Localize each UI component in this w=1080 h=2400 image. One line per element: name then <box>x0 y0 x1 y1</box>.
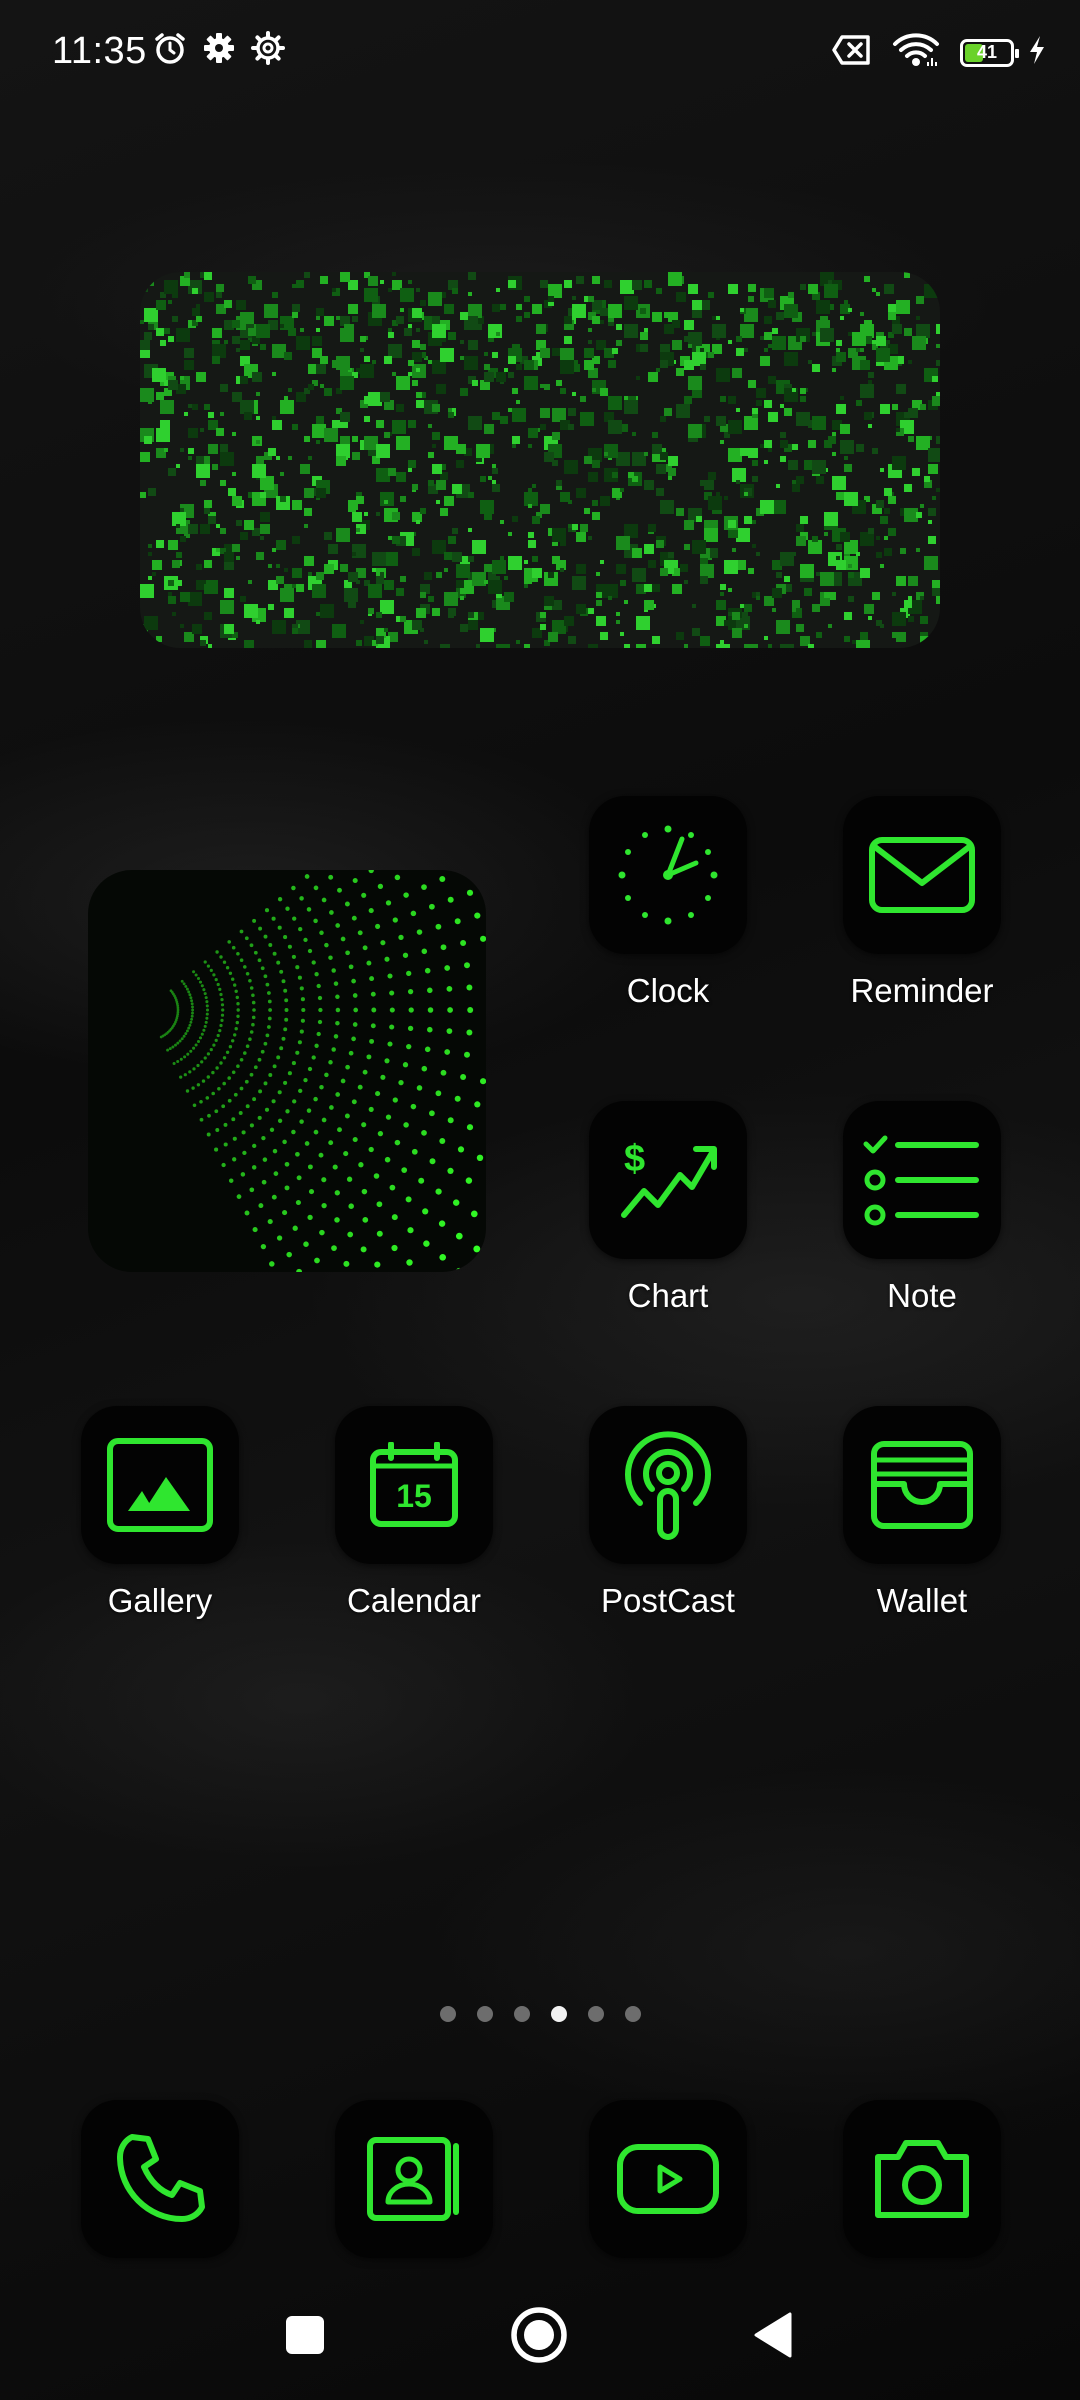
page-dot[interactable] <box>624 2006 641 2022</box>
dock-contacts[interactable] <box>304 2100 524 2258</box>
ray-pattern <box>159 870 486 1272</box>
app-wallet[interactable]: Wallet <box>812 1406 1032 1620</box>
app-label: Note <box>887 1277 957 1314</box>
dock-camera[interactable] <box>812 2100 1032 2258</box>
home-circle-icon[interactable] <box>510 2306 568 2369</box>
gear-icon <box>202 31 236 70</box>
dock-phone[interactable] <box>50 2100 270 2258</box>
battery-level: 41 <box>976 42 998 62</box>
alarm-icon <box>152 30 188 71</box>
cog-outline-icon <box>250 30 286 71</box>
clock-icon[interactable] <box>589 796 747 954</box>
podcast-icon[interactable] <box>589 1406 747 1564</box>
app-label: Gallery <box>107 1582 213 1619</box>
page-dot[interactable] <box>439 2006 456 2022</box>
page-dot[interactable] <box>513 2006 530 2022</box>
app-label: PostCast <box>601 1582 735 1619</box>
app-label: Chart <box>627 1277 709 1314</box>
app-reminder[interactable]: Reminder <box>812 796 1032 1010</box>
wifi-icon <box>892 32 940 73</box>
image-icon[interactable] <box>81 1406 239 1564</box>
calendar-icon[interactable]: 15 <box>335 1406 493 1564</box>
app-note[interactable]: Note <box>812 1101 1032 1315</box>
pixel-art-widget[interactable] <box>140 272 940 648</box>
status-icons-right: 41 <box>832 32 1046 73</box>
app-label: Calendar <box>347 1582 481 1619</box>
dock-video[interactable] <box>558 2100 778 2258</box>
checklist-icon[interactable] <box>843 1101 1001 1259</box>
back-triangle-icon[interactable] <box>752 2312 792 2363</box>
calendar-date: 15 <box>396 1478 432 1514</box>
camera-icon[interactable] <box>843 2100 1001 2258</box>
pixel-pattern <box>140 272 940 648</box>
chart-dollar-icon[interactable]: $ <box>589 1101 747 1259</box>
recents-square-icon[interactable] <box>286 2316 324 2359</box>
app-chart[interactable]: $ Chart <box>558 1101 778 1315</box>
charging-bolt-icon <box>1028 35 1046 70</box>
wallet-icon[interactable] <box>843 1406 1001 1564</box>
mail-icon[interactable] <box>843 796 1001 954</box>
phone-icon[interactable] <box>81 2100 239 2258</box>
app-label: Wallet <box>876 1582 968 1619</box>
video-play-icon[interactable] <box>589 2100 747 2258</box>
svg-text:$: $ <box>624 1138 645 1180</box>
status-time: 11:35 <box>52 30 147 72</box>
page-dot[interactable] <box>550 2006 567 2022</box>
app-calendar[interactable]: 15 Calendar <box>304 1406 524 1620</box>
app-label: Clock <box>626 972 710 1009</box>
battery-icon: 41 <box>960 38 1019 67</box>
page-indicator[interactable] <box>0 2006 1080 2022</box>
app-label: Reminder <box>850 972 994 1009</box>
contacts-icon[interactable] <box>335 2100 493 2258</box>
page-dot[interactable] <box>476 2006 493 2022</box>
status-icons-left <box>152 30 286 71</box>
app-clock[interactable]: Clock <box>558 796 778 1010</box>
page-dot[interactable] <box>587 2006 604 2022</box>
navigation-bar <box>0 2307 1080 2363</box>
app-gallery[interactable]: Gallery <box>50 1406 270 1620</box>
sim-off-icon <box>832 34 872 71</box>
light-rays-widget[interactable] <box>88 870 486 1272</box>
app-postcast[interactable]: PostCast <box>558 1406 778 1620</box>
